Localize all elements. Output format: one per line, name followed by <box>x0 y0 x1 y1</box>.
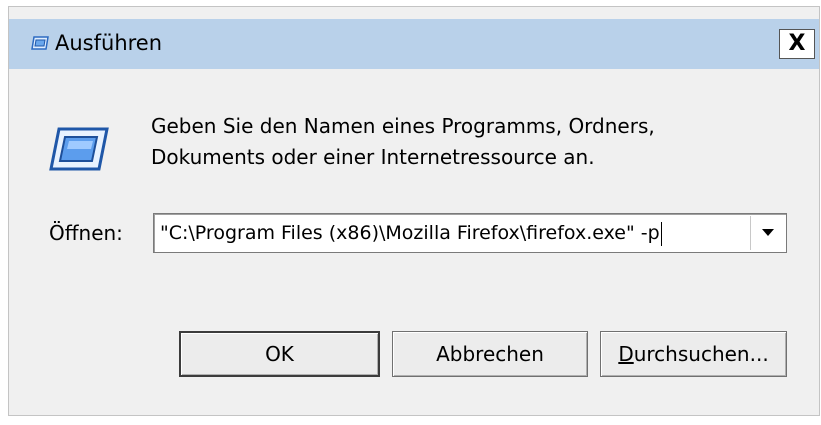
open-combobox[interactable]: "C:\Program Files (x86)\Mozilla Firefox\… <box>153 213 787 253</box>
title-bar[interactable]: Ausführen X <box>9 19 819 69</box>
open-label: Öffnen: <box>49 221 123 245</box>
chevron-down-icon <box>761 229 774 236</box>
command-text: "C:\Program Files (x86)\Mozilla Firefox\… <box>160 222 660 244</box>
ok-button[interactable]: OK <box>179 331 380 377</box>
run-dialog: Ausführen X Geben Sie den Namen eines Pr… <box>8 6 820 416</box>
run-icon <box>31 36 49 50</box>
dialog-description: Geben Sie den Namen eines Programms, Ord… <box>151 111 655 173</box>
ok-button-label: OK <box>265 342 294 366</box>
cancel-button-label: Abbrechen <box>436 342 544 366</box>
dialog-title: Ausführen <box>55 31 163 55</box>
close-icon: X <box>788 31 806 56</box>
cancel-button[interactable]: Abbrechen <box>392 331 588 377</box>
browse-button-label: Durchsuchen... <box>618 342 769 366</box>
dropdown-button[interactable] <box>750 216 784 250</box>
close-button[interactable]: X <box>779 29 815 59</box>
text-caret <box>660 221 662 246</box>
command-input[interactable]: "C:\Program Files (x86)\Mozilla Firefox\… <box>160 214 738 252</box>
run-icon <box>49 127 109 171</box>
browse-button[interactable]: Durchsuchen... <box>600 331 787 377</box>
description-line: Geben Sie den Namen eines Programms, Ord… <box>151 114 655 138</box>
description-line: Dokuments oder einer Internetressource a… <box>151 145 595 169</box>
